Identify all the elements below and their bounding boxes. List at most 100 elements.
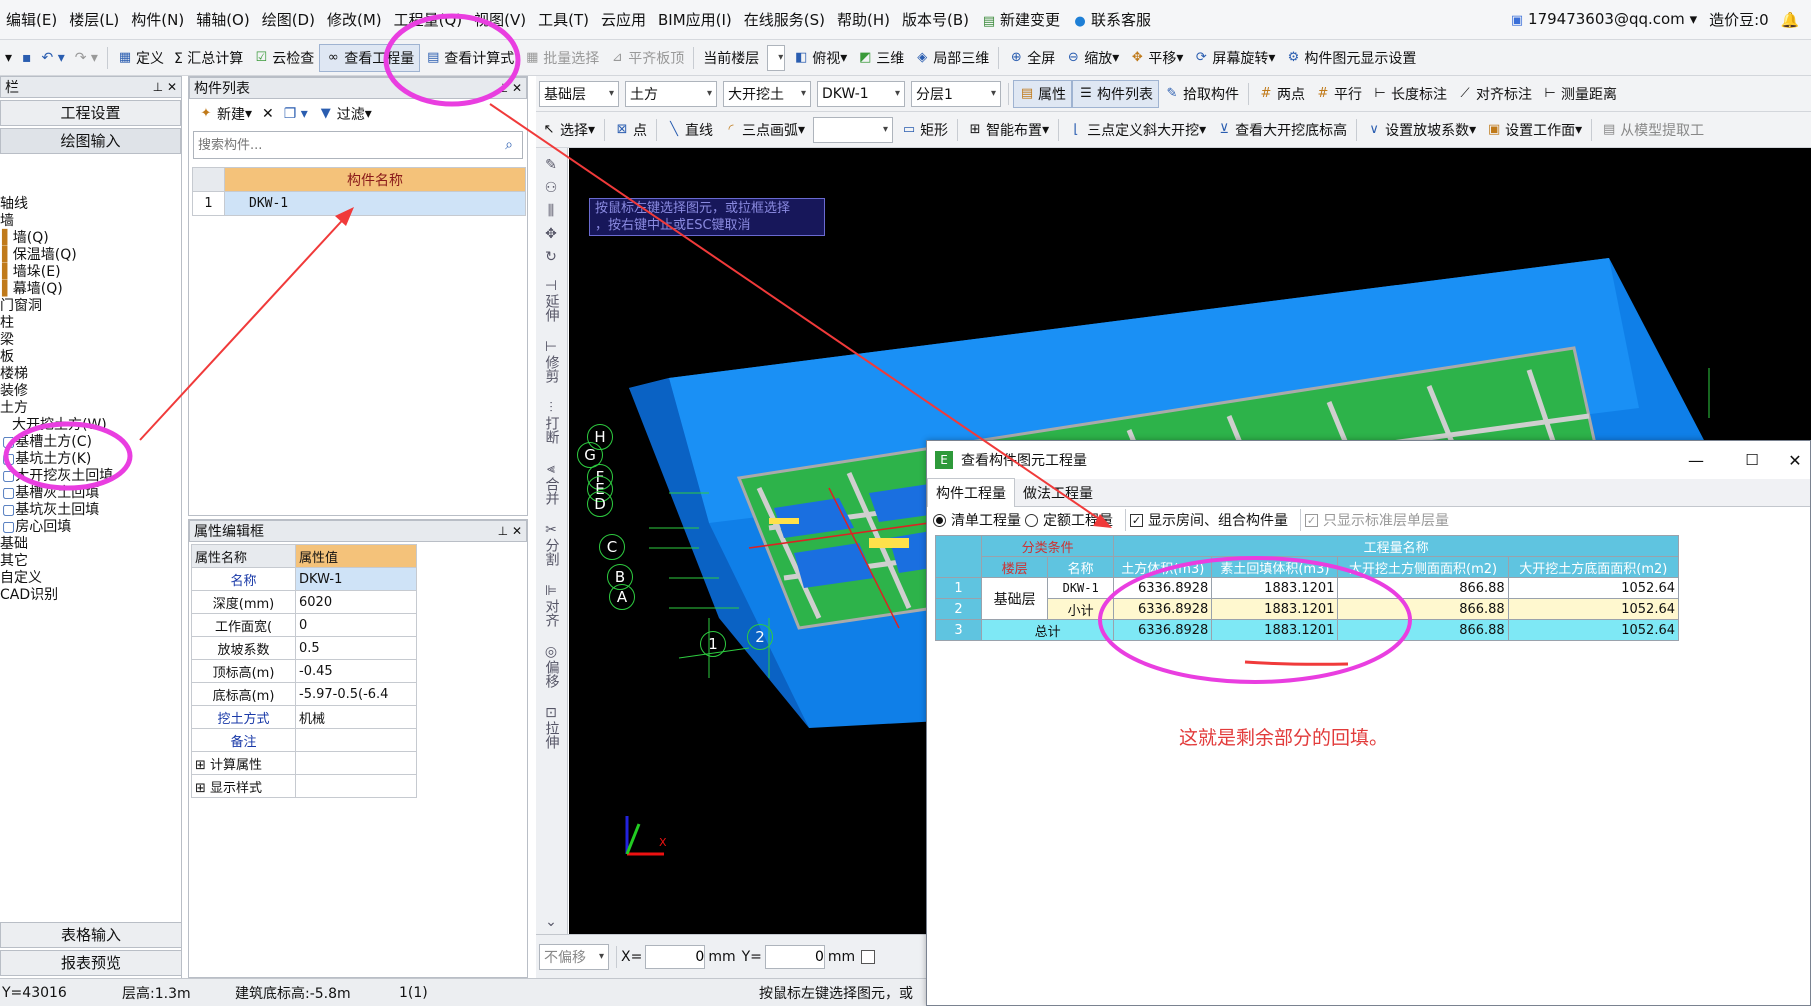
brush-icon[interactable]: ✎ [536, 158, 566, 173]
merge-button[interactable]: ⫷ 合并 [536, 462, 566, 509]
subtype-dropdown[interactable]: 大开挖土 ▾ [723, 80, 811, 107]
checkbox-show-room[interactable]: ✓ [1130, 513, 1143, 527]
property-row[interactable]: 工作面宽(0 [191, 613, 417, 637]
component-dropdown[interactable]: DKW-1 ▾ [817, 80, 905, 107]
tab-method-quantity[interactable]: 做法工程量 [1015, 479, 1101, 507]
redo-icon[interactable]: ↷ ▾ [70, 50, 103, 66]
maximize-icon[interactable]: ☐ [1724, 451, 1780, 469]
checkbox-std-floor[interactable]: ✓ [1305, 513, 1318, 527]
set-slope-factor-button[interactable]: ∨ 设置放坡系数 ▾ [1361, 120, 1481, 140]
table-row-total[interactable]: 3 总计 6336.8928 1883.1201 866.88 1052.64 [934, 619, 1680, 641]
menu-cloud[interactable]: 云应用 [595, 9, 652, 30]
split-button[interactable]: ✂ 分割 [536, 523, 566, 570]
tree-item[interactable]: CAD识别 [0, 587, 181, 604]
line-button[interactable]: ╲ 直线 [661, 120, 718, 140]
tree-item[interactable]: 自定义 [0, 570, 181, 587]
property-row[interactable]: 底标高(m) -5.97-0.5(-6.4 [191, 682, 417, 706]
menu-quantity[interactable]: 工程量(Q) [388, 9, 469, 30]
tree-item[interactable]: 轴线 [0, 196, 181, 213]
align-button[interactable]: ⊫ 对齐 [536, 584, 566, 631]
extend-button[interactable]: ⊣ 延伸 [536, 279, 566, 326]
property-row[interactable]: 深度(mm) 6020 [191, 590, 417, 614]
3d-button[interactable]: ◩ 三维 [852, 48, 909, 68]
measure-distance-button[interactable]: ⊢ 测量距离 [1537, 84, 1622, 104]
two-point-button[interactable]: # 两点 [1253, 84, 1310, 104]
floor-dropdown[interactable]: 基础层 ▾ [539, 80, 619, 107]
element-display-settings-button[interactable]: ⚙ 构件图元显示设置 [1280, 48, 1421, 68]
screen-rotate-button[interactable]: ⟳ 屏幕旋转 ▾ [1188, 48, 1280, 68]
tree-item[interactable]: ▢基坑土方(K) [0, 451, 181, 468]
copy-icon[interactable]: ⚇ [536, 181, 566, 196]
view-quantity-button[interactable]: ∞ 查看工程量 [319, 43, 421, 72]
minimize-icon[interactable]: — [1668, 451, 1724, 470]
offset-button[interactable]: ◎ 偏移 [536, 645, 566, 692]
tree-item[interactable]: ▌墙(Q) [0, 230, 181, 247]
break-button[interactable]: ⫶ 打断 [536, 401, 566, 448]
x-offset-input[interactable] [645, 944, 706, 969]
contact-support-button[interactable]: ● 联系客服 [1066, 9, 1157, 30]
feedback-link[interactable]: 我要 [1805, 9, 1811, 30]
menu-view[interactable]: 视图(V) [468, 9, 532, 30]
delete-icon[interactable]: ✕ [257, 106, 279, 122]
table-row[interactable]: 1 DKW-1 [192, 191, 526, 216]
rotate-icon[interactable]: ↻ [536, 250, 566, 265]
scroll-down-icon[interactable]: ⌄ [536, 915, 566, 930]
menu-floor[interactable]: 楼层(L) [63, 9, 125, 30]
tree-item[interactable]: ▢基槽土方(C) [0, 434, 181, 451]
menu-bim[interactable]: BIM应用(I) [652, 9, 738, 30]
menu-draw[interactable]: 绘图(D) [256, 9, 321, 30]
tree-item-selected[interactable]: 大开挖土方(W) [0, 417, 181, 434]
properties-button[interactable]: ▤ 属性 [1013, 79, 1072, 108]
account-email[interactable]: ▣ 179473603@qq.com ▾ [1503, 10, 1703, 29]
menu-help[interactable]: 帮助(H) [831, 9, 896, 30]
aligned-dim-button[interactable]: ⟋ 对齐标注 [1452, 84, 1537, 104]
tree-item[interactable]: 墙 [0, 213, 181, 230]
table-input-button[interactable]: 表格输入 [0, 922, 182, 948]
three-point-slope-button[interactable]: ⌊ 三点定义斜大开挖 ▾ [1063, 120, 1211, 140]
pick-component-button[interactable]: ✎ 拾取构件 [1159, 84, 1244, 104]
cloud-check-button[interactable]: ☑ 云检查 [248, 48, 319, 68]
summary-calc-button[interactable]: Σ 汇总计算 [169, 48, 248, 68]
close-icon[interactable]: ✕ [1780, 451, 1810, 470]
dropdown-arrow[interactable]: ▾ [0, 50, 17, 66]
extract-from-model-button[interactable]: ▤ 从模型提取工 [1596, 120, 1709, 140]
property-row[interactable]: 放坡系数 0.5 [191, 636, 417, 660]
tab-component-quantity[interactable]: 构件工程量 [927, 478, 1015, 507]
drawing-input-button[interactable]: 绘图输入 [0, 128, 181, 154]
menu-tools[interactable]: 工具(T) [532, 9, 595, 30]
component-search-input[interactable] [194, 133, 496, 157]
select-button[interactable]: ↖ 选择 ▾ [536, 120, 600, 140]
point-button[interactable]: ⊠ 点 [609, 120, 652, 140]
table-row[interactable]: 1 基础层 DKW-1 6336.8928 1883.1201 866.88 1… [934, 577, 1680, 620]
current-floor-dropdown[interactable]: ▾ [767, 44, 786, 71]
component-list-button[interactable]: ☰ 构件列表 [1072, 79, 1159, 108]
tree-item[interactable]: ▢大开挖灰土回填 [0, 468, 181, 485]
property-group-row[interactable]: ⊞ 计算属性 [191, 751, 417, 775]
new-change-button[interactable]: ▤ 新建变更 [975, 9, 1066, 30]
property-row[interactable]: 备注 [191, 728, 417, 752]
tree-item[interactable]: 柱 [0, 315, 181, 332]
define-button[interactable]: ▦ 定义 [112, 48, 169, 68]
tree-item[interactable]: 其它 [0, 553, 181, 570]
expand-icon[interactable]: ⊞ [195, 758, 210, 773]
menu-online[interactable]: 在线服务(S) [738, 9, 831, 30]
undo-icon[interactable]: ↶ ▾ [37, 50, 70, 66]
tree-item[interactable]: 装修 [0, 383, 181, 400]
top-view-button[interactable]: ◧ 俯视 ▾ [788, 48, 852, 68]
menu-axis[interactable]: 辅轴(O) [190, 9, 256, 30]
move-icon[interactable]: ✥ [536, 227, 566, 242]
smart-layout-button[interactable]: ⊞ 智能布置 ▾ [962, 120, 1054, 140]
parallel-button[interactable]: # 平行 [1310, 84, 1367, 104]
radio-quota-quantity[interactable] [1025, 513, 1038, 527]
tree-item[interactable]: 基础 [0, 536, 181, 553]
filter-button[interactable]: ▼ 过滤 ▾ [313, 104, 377, 124]
arc-dropdown[interactable]: ▾ [813, 116, 894, 143]
rectangle-button[interactable]: ▭ 矩形 [896, 120, 953, 140]
trim-button[interactable]: ⊢ 修剪 [536, 340, 566, 387]
tree-item[interactable]: 楼梯 [0, 366, 181, 383]
radio-list-quantity[interactable] [933, 513, 946, 527]
mirror-icon[interactable]: ⫼ [536, 204, 566, 219]
view-formula-button[interactable]: ▤ 查看计算式 [420, 48, 519, 68]
tree-item[interactable]: ▢基坑灰土回填 [0, 502, 181, 519]
pin-close-icon[interactable]: ⊥ ✕ [498, 524, 522, 538]
